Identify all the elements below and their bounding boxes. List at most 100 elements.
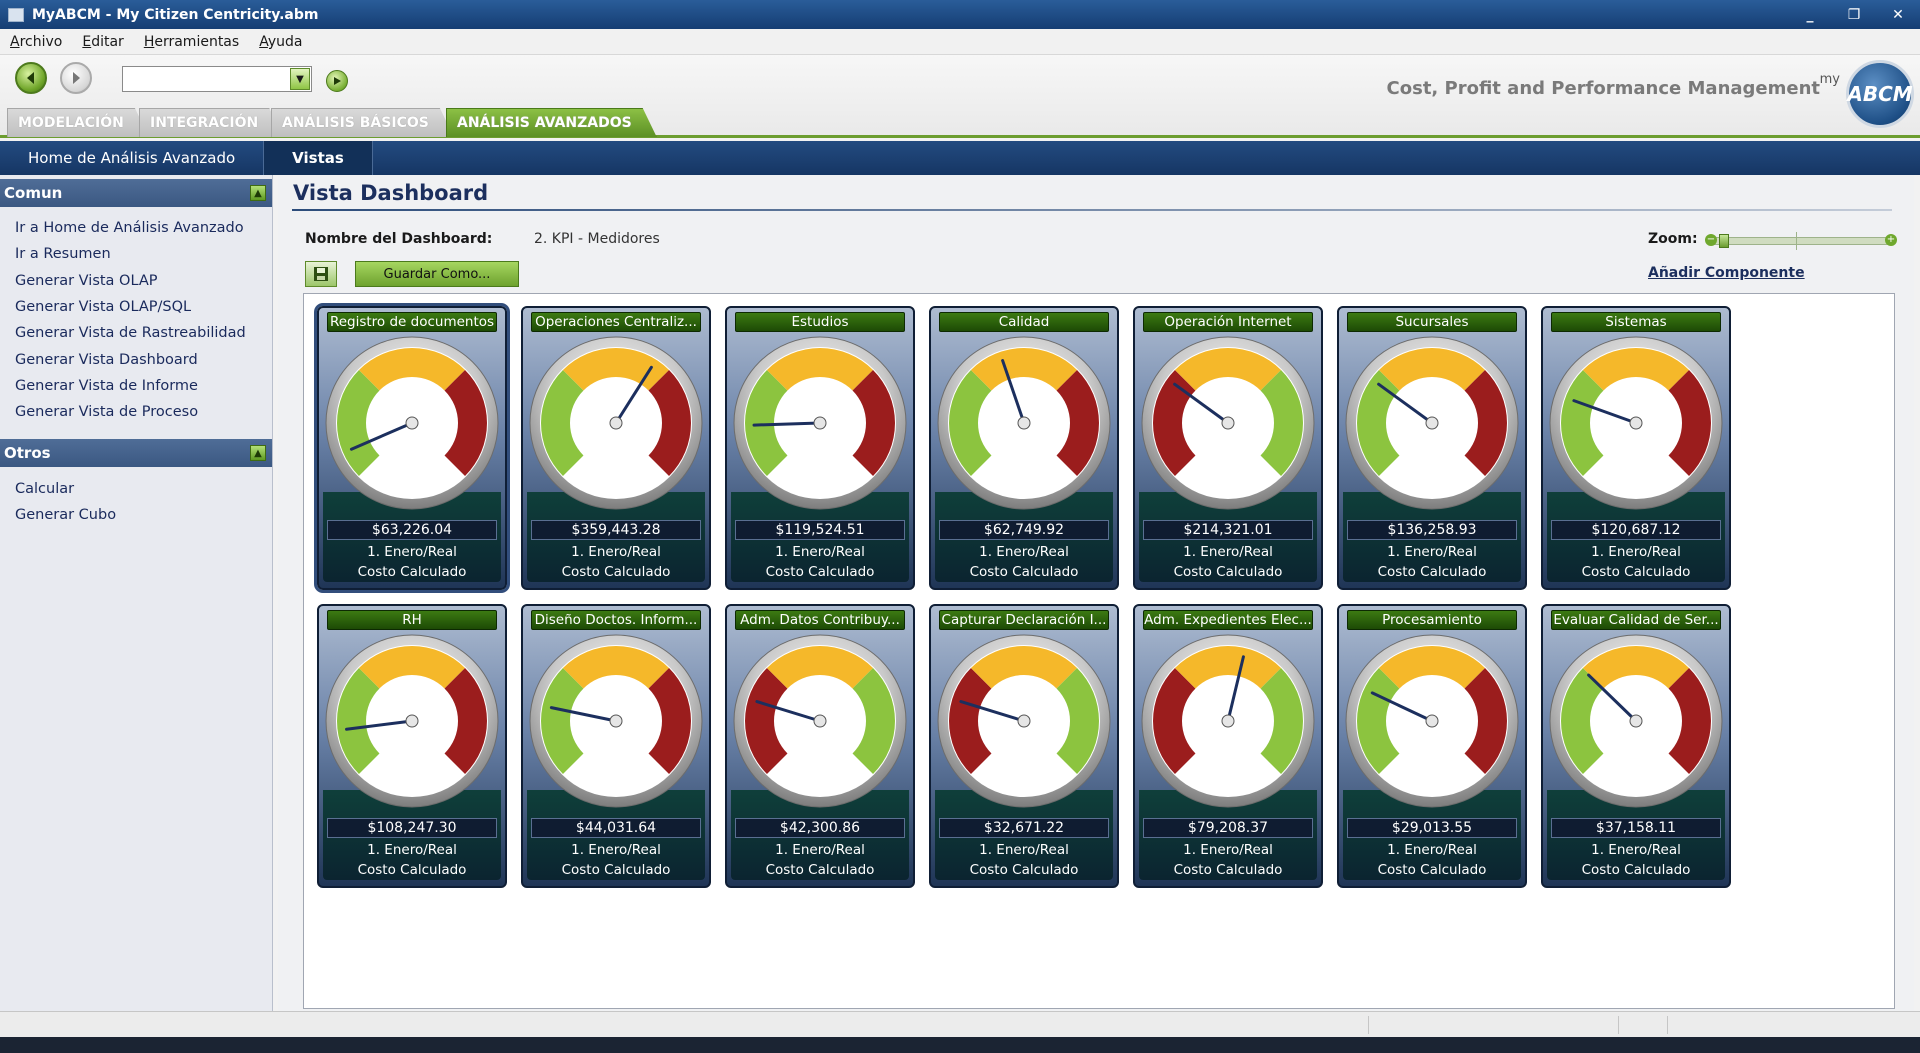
- sidebar-item-informe[interactable]: Generar Vista de Informe: [15, 373, 272, 399]
- gauge-dial: [1549, 634, 1723, 808]
- subnav-home-analisis[interactable]: Home de Análisis Avanzado: [0, 141, 265, 175]
- sidebar-item-olap-sql[interactable]: Generar Vista OLAP/SQL: [15, 294, 272, 320]
- tab-integracion[interactable]: INTEGRACIÓN: [139, 108, 283, 137]
- gauge-hub: [405, 416, 419, 430]
- page-title: Vista Dashboard: [293, 181, 489, 205]
- status-segment: [1368, 1016, 1369, 1034]
- sidebar-item-olap[interactable]: Generar Vista OLAP: [15, 268, 272, 294]
- minimize-button[interactable]: _: [1788, 0, 1832, 29]
- gauge-title: Procesamiento: [1347, 610, 1517, 630]
- module-tabs: MODELACIÓN INTEGRACIÓN ANÁLISIS BÁSICOS …: [0, 108, 1920, 138]
- sidebar-section-comun[interactable]: Comun ▲: [0, 179, 272, 207]
- chevron-down-icon[interactable]: ▼: [290, 68, 310, 90]
- navigation-combo[interactable]: ▼: [122, 66, 312, 92]
- sidebar-item-generar-cubo[interactable]: Generar Cubo: [15, 502, 272, 528]
- gauge-period: 1. Enero/Real: [979, 842, 1069, 858]
- forward-button[interactable]: [60, 62, 92, 94]
- menu-archivo[interactable]: Archivo: [10, 34, 62, 50]
- status-segment: [1667, 1016, 1668, 1034]
- gauge-title: Sucursales: [1347, 312, 1517, 332]
- collapse-icon[interactable]: ▲: [250, 185, 266, 201]
- status-bar: [0, 1011, 1920, 1037]
- sidebar-item-calcular[interactable]: Calcular: [15, 475, 272, 501]
- zoom-out-icon[interactable]: −: [1705, 234, 1717, 246]
- gauge-title: Diseño Doctos. Inform...: [531, 610, 701, 630]
- gauge-period: 1. Enero/Real: [1387, 544, 1477, 560]
- logo-my: my: [1819, 72, 1840, 87]
- save-button[interactable]: [305, 261, 337, 287]
- zoom-in-icon[interactable]: +: [1885, 234, 1897, 246]
- sidebar-item-dashboard[interactable]: Generar Vista Dashboard: [15, 346, 272, 372]
- gauge-card[interactable]: Procesamiento $29,013.55 1. Enero/Real Cost…: [1337, 604, 1527, 888]
- restore-button[interactable]: ❐: [1832, 0, 1876, 29]
- gauge-period: 1. Enero/Real: [571, 842, 661, 858]
- section-title: Otros: [4, 444, 51, 463]
- go-button[interactable]: [326, 70, 348, 92]
- close-button[interactable]: ✕: [1876, 0, 1920, 29]
- gauge-card[interactable]: RH $108,247.30 1. Enero/Real Costo Calculad…: [317, 604, 507, 888]
- gauge-card[interactable]: Evaluar Calidad de Ser... $37,158.11 1. En…: [1541, 604, 1731, 888]
- sidebar-item-rastreabilidad[interactable]: Generar Vista de Rastreabilidad: [15, 320, 272, 346]
- title-divider: [292, 209, 1892, 211]
- sidebar-section-otros[interactable]: Otros ▲: [0, 439, 272, 468]
- gauge-dial: [733, 634, 907, 808]
- gauge-measure: Costo Calculado: [1377, 862, 1487, 878]
- gauge-card[interactable]: Registro de documentos $63,226.04 1. Enero…: [314, 303, 510, 593]
- gauge-measure: Costo Calculado: [561, 862, 671, 878]
- gauge-value: $29,013.55: [1347, 818, 1517, 838]
- sidebar-item-resumen[interactable]: Ir a Resumen: [15, 241, 272, 267]
- menu-herramientas[interactable]: Herramientas: [144, 34, 239, 50]
- menu-ayuda[interactable]: Ayuda: [259, 34, 302, 50]
- dashboard-canvas: Registro de documentos $63,226.04 1. Enero…: [303, 293, 1895, 1009]
- gauge-hub: [609, 714, 623, 728]
- tab-modelacion[interactable]: MODELACIÓN: [7, 108, 149, 137]
- back-button[interactable]: [15, 62, 47, 94]
- add-component-link[interactable]: Añadir Componente: [1648, 265, 1805, 281]
- gauge-card[interactable]: Capturar Declaración I... $32,671.22 1. En…: [929, 604, 1119, 888]
- zoom-slider-thumb[interactable]: [1719, 234, 1729, 248]
- gauge-card[interactable]: Sucursales $136,258.93 1. Enero/Real Costo …: [1337, 306, 1527, 590]
- gauge-hub: [1221, 714, 1235, 728]
- collapse-icon[interactable]: ▲: [250, 445, 266, 462]
- gauge-card[interactable]: Sistemas $120,687.12 1. Enero/Real Costo Ca…: [1541, 306, 1731, 590]
- gauge-needle: [752, 421, 822, 427]
- gauge-value: $37,158.11: [1551, 818, 1721, 838]
- gauge-measure: Costo Calculado: [1377, 564, 1487, 580]
- gauge-measure: Costo Calculado: [1581, 862, 1691, 878]
- tab-analisis-basicos[interactable]: ANÁLISIS BÁSICOS: [271, 108, 454, 137]
- dashboard-name-value: 2. KPI - Medidores: [534, 231, 660, 247]
- floppy-disk-icon: [314, 267, 328, 281]
- gauge-dial: [325, 336, 499, 510]
- save-as-button[interactable]: Guardar Como...: [355, 261, 519, 287]
- gauge-period: 1. Enero/Real: [775, 544, 865, 560]
- subnav-vistas[interactable]: Vistas: [264, 141, 373, 175]
- main-panel: Vista Dashboard Nombre del Dashboard: 2.…: [278, 175, 1914, 1011]
- tab-analisis-avanzados[interactable]: ANÁLISIS AVANZADOS: [446, 108, 657, 137]
- gauge-card[interactable]: Adm. Expedientes Elec... $79,208.37 1. Ene…: [1133, 604, 1323, 888]
- gauge-period: 1. Enero/Real: [1387, 842, 1477, 858]
- gauge-hub: [405, 714, 419, 728]
- gauge-title: RH: [327, 610, 497, 630]
- gauge-card[interactable]: Calidad $62,749.92 1. Enero/Real Costo Calc…: [929, 306, 1119, 590]
- gauge-card[interactable]: Operaciones Centraliz... $359,443.28 1. En…: [521, 306, 711, 590]
- sidebar-item-home-analisis[interactable]: Ir a Home de Análisis Avanzado: [15, 215, 272, 241]
- gauge-card[interactable]: Operación Internet $214,321.01 1. Enero/Re…: [1133, 306, 1323, 590]
- gauge-dial: [1549, 336, 1723, 510]
- gauge-card[interactable]: Diseño Doctos. Inform... $44,031.64 1. Ene…: [521, 604, 711, 888]
- gauge-period: 1. Enero/Real: [775, 842, 865, 858]
- gauge-measure: Costo Calculado: [357, 564, 467, 580]
- gauge-value: $136,258.93: [1347, 520, 1517, 540]
- menu-editar[interactable]: Editar: [82, 34, 123, 50]
- gauge-measure: Costo Calculado: [969, 862, 1079, 878]
- gauge-card[interactable]: Estudios $119,524.51 1. Enero/Real Costo Ca…: [725, 306, 915, 590]
- window-controls: _ ❐ ✕: [1788, 0, 1920, 29]
- gauge-card[interactable]: Adm. Datos Contribuy... $42,300.86 1. Ener…: [725, 604, 915, 888]
- gauge-measure: Costo Calculado: [969, 564, 1079, 580]
- gauge-hub: [1629, 714, 1643, 728]
- gauge-value: $120,687.12: [1551, 520, 1721, 540]
- sidebar-item-proceso[interactable]: Generar Vista de Proceso: [15, 399, 272, 425]
- zoom-slider[interactable]: − +: [1705, 232, 1897, 250]
- gauge-measure: Costo Calculado: [765, 564, 875, 580]
- menu-bar: Archivo Editar Herramientas Ayuda: [0, 29, 1920, 55]
- gauge-dial: [529, 336, 703, 510]
